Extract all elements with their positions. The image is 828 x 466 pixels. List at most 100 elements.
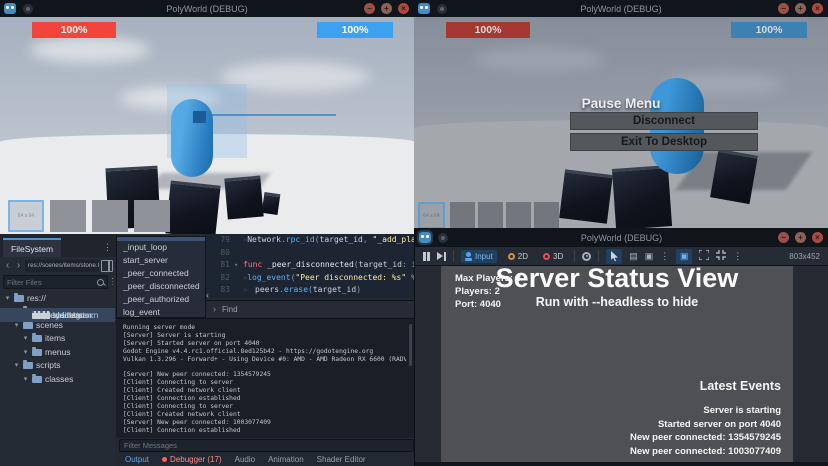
console-line: Godot Engine v4.4.rc1.official.8ed125b42…	[123, 348, 406, 356]
more-icon[interactable]: ⋮	[733, 251, 742, 262]
game-letterbox: Max Players: 3Players: 2Port: 4040 Serve…	[415, 266, 828, 462]
hotbar-slot-selected[interactable]: 64 x 64	[418, 202, 445, 229]
tab-label: Shader Editor	[317, 455, 366, 464]
pause-menu-button[interactable]: Disconnect	[570, 112, 758, 130]
hotbar-slot[interactable]	[534, 202, 559, 229]
minimize-button[interactable]: −	[778, 232, 789, 243]
tab-filesystem[interactable]: FileSystem	[3, 238, 61, 257]
camera-override-icon[interactable]	[582, 252, 591, 261]
filter-messages-input[interactable]	[119, 439, 414, 452]
hotbar-slot[interactable]	[506, 202, 531, 229]
bottom-panel-tab[interactable]: Animation	[268, 455, 304, 464]
method-item[interactable]: _peer_authorized	[117, 293, 205, 306]
tree-item[interactable]: world.tscn	[0, 308, 115, 322]
event-line: New peer connected: 1003077409	[630, 445, 781, 459]
folder-icon	[14, 295, 24, 302]
pause-menu-button[interactable]: Exit To Desktop	[570, 133, 758, 151]
method-item[interactable]: _peer_connected	[117, 267, 205, 280]
player-capsule	[171, 99, 213, 177]
more-icon[interactable]: ⋮	[660, 251, 669, 262]
tree-item[interactable]: ▾ items	[0, 332, 115, 346]
code-line: 82»log_event("Peer disconnected: %s" %	[206, 272, 414, 285]
maximize-button[interactable]: +	[795, 3, 806, 14]
tree-expand-icon[interactable]: ▾	[13, 321, 20, 329]
filter-files-input[interactable]	[3, 275, 108, 289]
joystick-icon	[465, 252, 472, 261]
tree-expand-icon[interactable]: ▾	[22, 334, 29, 342]
3d-toggle[interactable]: 3D	[539, 250, 567, 263]
console-scrollbar[interactable]	[409, 324, 412, 366]
held-item-cube	[193, 111, 206, 123]
close-button[interactable]: ×	[812, 3, 823, 14]
hotbar-slot[interactable]	[50, 200, 86, 232]
minimize-button[interactable]: −	[778, 3, 789, 14]
hotbar-slot-selected[interactable]: 64 x 64	[8, 200, 44, 232]
hotbar-slot[interactable]	[134, 200, 170, 232]
tree-item[interactable]: ▾ classes	[0, 372, 115, 386]
close-button[interactable]: ×	[812, 232, 823, 243]
pause-icon[interactable]	[423, 252, 430, 261]
code-line: 83»peers.erase(target_id)	[206, 284, 414, 297]
method-item[interactable]: _peer_disconnected	[117, 280, 205, 293]
health-bar-red: 100%	[446, 22, 530, 38]
bottom-panel-tab[interactable]: Audio	[235, 455, 255, 464]
code-line: 80	[206, 247, 414, 260]
tree-expand-icon[interactable]: ▾	[22, 348, 29, 356]
2d-toggle[interactable]: 2D	[504, 250, 532, 263]
tree-item[interactable]: ▾ menus	[0, 345, 115, 359]
hotbar-slot[interactable]	[92, 200, 128, 232]
split-view-icon[interactable]	[101, 260, 113, 272]
back-icon[interactable]: ‹	[3, 260, 12, 271]
tree-expand-icon[interactable]: ▾	[4, 294, 11, 302]
cube	[710, 149, 758, 204]
find-bar[interactable]: › Find	[206, 300, 414, 317]
tree-expand-icon[interactable]: ▾	[22, 375, 29, 383]
tree-item[interactable]: ▾ scripts	[0, 359, 115, 373]
bottom-panel-tab[interactable]: Output	[125, 455, 149, 464]
close-button[interactable]: ×	[398, 3, 409, 14]
titlebar[interactable]: PolyWorld (DEBUG) − + ×	[0, 0, 414, 17]
console-line: [Server] New peer connected: 1003077409	[123, 419, 406, 427]
folder-icon	[32, 376, 42, 383]
3d-toggle-label: 3D	[553, 252, 563, 261]
select-mode-button[interactable]	[606, 249, 622, 264]
bottom-panel-tab[interactable]: Shader Editor	[317, 455, 366, 464]
code-editor[interactable]: 79»Network.rpc_id(target_id, "_add_pla80…	[206, 234, 414, 298]
window-game-left: PolyWorld (DEBUG) − + × 100%	[0, 0, 414, 234]
embed-game-button[interactable]: ▣	[676, 249, 692, 264]
breadcrumb[interactable]: res://scenes/items/stone.t	[25, 260, 99, 272]
next-frame-icon[interactable]	[437, 252, 443, 260]
maximize-button[interactable]: +	[381, 3, 392, 14]
collapse-panel-icon[interactable]: ‹	[206, 290, 209, 300]
hotbar-slot[interactable]	[478, 202, 503, 229]
titlebar[interactable]: PolyWorld (DEBUG) − + ×	[415, 228, 828, 247]
window-title: PolyWorld (DEBUG)	[0, 4, 414, 14]
cursor-icon	[610, 251, 619, 261]
bottom-panel-tab[interactable]: Debugger (17)	[162, 455, 222, 464]
pan-mode-icon[interactable]: ▣	[645, 251, 654, 262]
gutter	[234, 272, 243, 285]
tree-expand-icon[interactable]: ▾	[13, 361, 20, 369]
console-line: [Server] Server is starting	[123, 332, 406, 340]
tree-item[interactable]: ▾ res://	[0, 291, 115, 305]
3d-icon	[543, 253, 550, 260]
titlebar[interactable]: PolyWorld (DEBUG) − + ×	[414, 0, 828, 17]
method-item[interactable]: log_event	[117, 306, 205, 318]
search-icon	[96, 278, 97, 287]
slot-placeholder: 64 x 64	[18, 213, 34, 219]
method-item[interactable]: start_server	[117, 254, 205, 267]
sort-icon[interactable]	[112, 278, 113, 286]
node-list-icon[interactable]: ▤	[629, 251, 638, 262]
minimize-button[interactable]: −	[364, 3, 375, 14]
console-log: Running server mode[Server] Server is st…	[123, 324, 406, 439]
resolution-label: 803x452	[789, 252, 820, 261]
input-toggle[interactable]: Input	[461, 250, 497, 263]
hotbar-slot[interactable]	[450, 202, 475, 229]
console-line: [Server] New peer connected: 1354579245	[123, 371, 406, 379]
forward-icon[interactable]: ›	[14, 260, 23, 271]
maximize-button[interactable]: +	[795, 232, 806, 243]
chevron-icon[interactable]: ›	[213, 304, 216, 314]
method-item[interactable]: _input_loop	[117, 241, 205, 254]
more-icon[interactable]: ⋮	[103, 242, 112, 257]
fold-icon[interactable]: ▾	[234, 259, 243, 272]
